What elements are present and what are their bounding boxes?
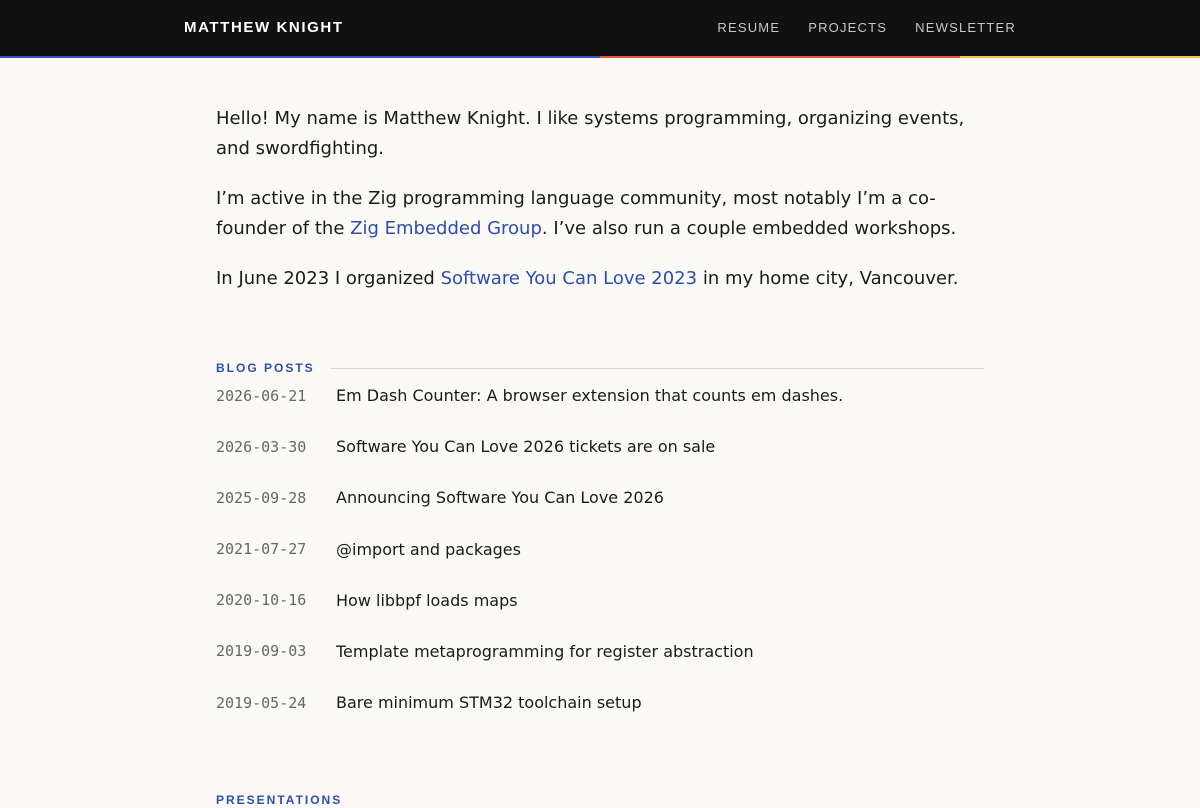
post-title-link[interactable]: @import and packages xyxy=(336,540,521,559)
presentations-title: PRESENTATIONS xyxy=(216,793,343,807)
post-title-link[interactable]: How libbpf loads maps xyxy=(336,591,518,610)
post-title-link[interactable]: Em Dash Counter: A browser extension tha… xyxy=(336,386,843,405)
post-date: 2019-05-24 xyxy=(216,693,307,712)
intro-text: in my home city, Vancouver. xyxy=(697,268,959,289)
post-date: 2020-10-16 xyxy=(216,591,307,610)
stripe-red-segment xyxy=(600,56,960,58)
intro-paragraph: Hello! My name is Matthew Knight. I like… xyxy=(216,104,984,164)
intro-text: Hello! My name is Matthew Knight. I like… xyxy=(216,108,965,159)
intro-section: Hello! My name is Matthew Knight. I like… xyxy=(216,104,984,314)
post-date: 2019-09-03 xyxy=(216,642,307,661)
site-brand-link[interactable]: MATTHEW KNIGHT xyxy=(184,19,344,36)
blog-post-row: 2026-03-30 Software You Can Love 2026 ti… xyxy=(216,431,984,462)
nav-link-projects[interactable]: PROJECTS xyxy=(808,20,887,35)
intro-text: . I’ve also run a couple embedded worksh… xyxy=(541,218,957,239)
post-title-link[interactable]: Software You Can Love 2026 tickets are o… xyxy=(336,437,715,456)
zig-embedded-group-link[interactable]: Zig Embedded Group xyxy=(350,218,542,239)
nav-link-newsletter[interactable]: NEWSLETTER xyxy=(915,20,1016,35)
post-date: 2026-06-21 xyxy=(216,386,307,405)
intro-paragraph: In June 2023 I organized Software You Ca… xyxy=(216,264,984,294)
stripe-yellow-segment xyxy=(960,56,1200,58)
stripe-blue-segment xyxy=(0,56,600,58)
site-header: MATTHEW KNIGHT RESUME PROJECTS NEWSLETTE… xyxy=(0,0,1200,56)
blog-post-row: 2020-10-16 How libbpf loads maps xyxy=(216,585,984,616)
intro-paragraph: I’m active in the Zig programming langua… xyxy=(216,184,984,244)
intro-text: In June 2023 I organized xyxy=(216,268,441,289)
post-title-link[interactable]: Announcing Software You Can Love 2026 xyxy=(336,488,664,507)
post-title-link[interactable]: Bare minimum STM32 toolchain setup xyxy=(336,693,642,712)
presentations-heading: PRESENTATIONS xyxy=(216,792,984,808)
post-title-link[interactable]: Template metaprogramming for register ab… xyxy=(336,642,754,661)
blog-post-row: 2019-05-24 Bare minimum STM32 toolchain … xyxy=(216,687,984,718)
blog-posts-heading: BLOG POSTS xyxy=(216,360,984,376)
nav-link-resume[interactable]: RESUME xyxy=(717,20,780,35)
blog-post-row: 2025-09-28 Announcing Software You Can L… xyxy=(216,482,984,513)
section-divider xyxy=(330,367,984,369)
blog-post-row: 2021-07-27 @import and packages xyxy=(216,534,984,565)
blog-post-row: 2019-09-03 Template metaprogramming for … xyxy=(216,636,984,667)
post-date: 2021-07-27 xyxy=(216,540,307,559)
software-you-can-love-2023-link[interactable]: Software You Can Love 2023 xyxy=(441,268,698,289)
post-date: 2026-03-30 xyxy=(216,437,307,456)
header-color-stripe xyxy=(0,56,1200,58)
post-date: 2025-09-28 xyxy=(216,488,307,507)
blog-posts-title: BLOG POSTS xyxy=(216,361,315,375)
blog-post-list: 2026-06-21 Em Dash Counter: A browser ex… xyxy=(216,380,984,738)
main-nav: RESUME PROJECTS NEWSLETTER xyxy=(717,20,1016,35)
blog-post-row: 2026-06-21 Em Dash Counter: A browser ex… xyxy=(216,380,984,411)
